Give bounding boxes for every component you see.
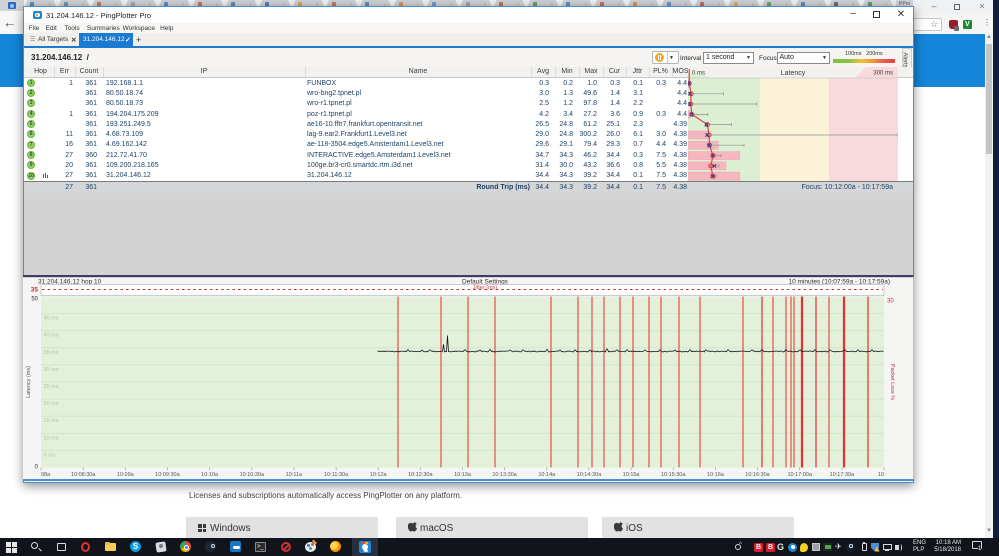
svg-text:10:10:30a: 10:10:30a bbox=[240, 472, 265, 478]
svg-text:Latency: Latency bbox=[781, 69, 806, 76]
svg-text:45 ms: 45 ms bbox=[44, 316, 59, 322]
svg-text:Latency (ms): Latency (ms) bbox=[26, 366, 32, 398]
svg-text:25 ms: 25 ms bbox=[44, 384, 59, 390]
svg-text:10:16:30a: 10:16:30a bbox=[745, 472, 770, 478]
svg-text:10:09:30a: 10:09:30a bbox=[155, 472, 180, 478]
svg-text:30 ms: 30 ms bbox=[44, 367, 59, 373]
svg-text:10:16a: 10:16a bbox=[707, 472, 725, 478]
svg-text:10:10a: 10:10a bbox=[201, 472, 219, 478]
svg-text:10:11a: 10:11a bbox=[286, 472, 303, 478]
svg-text:08a: 08a bbox=[41, 472, 51, 478]
svg-text:10:12a: 10:12a bbox=[370, 472, 388, 478]
svg-text:10:12:30a: 10:12:30a bbox=[408, 472, 433, 478]
svg-text:10:17:00a: 10:17:00a bbox=[787, 472, 812, 478]
svg-text:10:09a: 10:09a bbox=[117, 472, 135, 478]
svg-text:10: 10 bbox=[878, 472, 884, 478]
svg-text:10:08:30a: 10:08:30a bbox=[71, 472, 96, 478]
svg-text:30: 30 bbox=[887, 299, 894, 305]
svg-text:10:15:30a: 10:15:30a bbox=[661, 472, 686, 478]
svg-text:10:13:30a: 10:13:30a bbox=[492, 472, 517, 478]
svg-text:10:17:30a: 10:17:30a bbox=[830, 472, 855, 478]
svg-text:10:13a: 10:13a bbox=[454, 472, 472, 478]
svg-text:15 ms: 15 ms bbox=[44, 418, 59, 424]
svg-text:10:14:30a: 10:14:30a bbox=[577, 472, 602, 478]
svg-text:40 ms: 40 ms bbox=[44, 333, 59, 339]
svg-text:10:11:30a: 10:11:30a bbox=[324, 472, 349, 478]
svg-text:0 ms: 0 ms bbox=[692, 70, 705, 76]
svg-text:300 ms: 300 ms bbox=[873, 70, 893, 76]
svg-text:35: 35 bbox=[31, 287, 39, 294]
svg-text:10:15a: 10:15a bbox=[623, 472, 641, 478]
svg-text:10 ms: 10 ms bbox=[44, 435, 59, 441]
svg-text:50: 50 bbox=[31, 297, 38, 303]
svg-text:Packet Loss %: Packet Loss % bbox=[889, 364, 895, 400]
svg-text:10:14a: 10:14a bbox=[538, 472, 556, 478]
svg-text:35 ms: 35 ms bbox=[44, 350, 59, 356]
svg-text:20 ms: 20 ms bbox=[44, 401, 59, 407]
svg-text:5 ms: 5 ms bbox=[44, 452, 56, 458]
